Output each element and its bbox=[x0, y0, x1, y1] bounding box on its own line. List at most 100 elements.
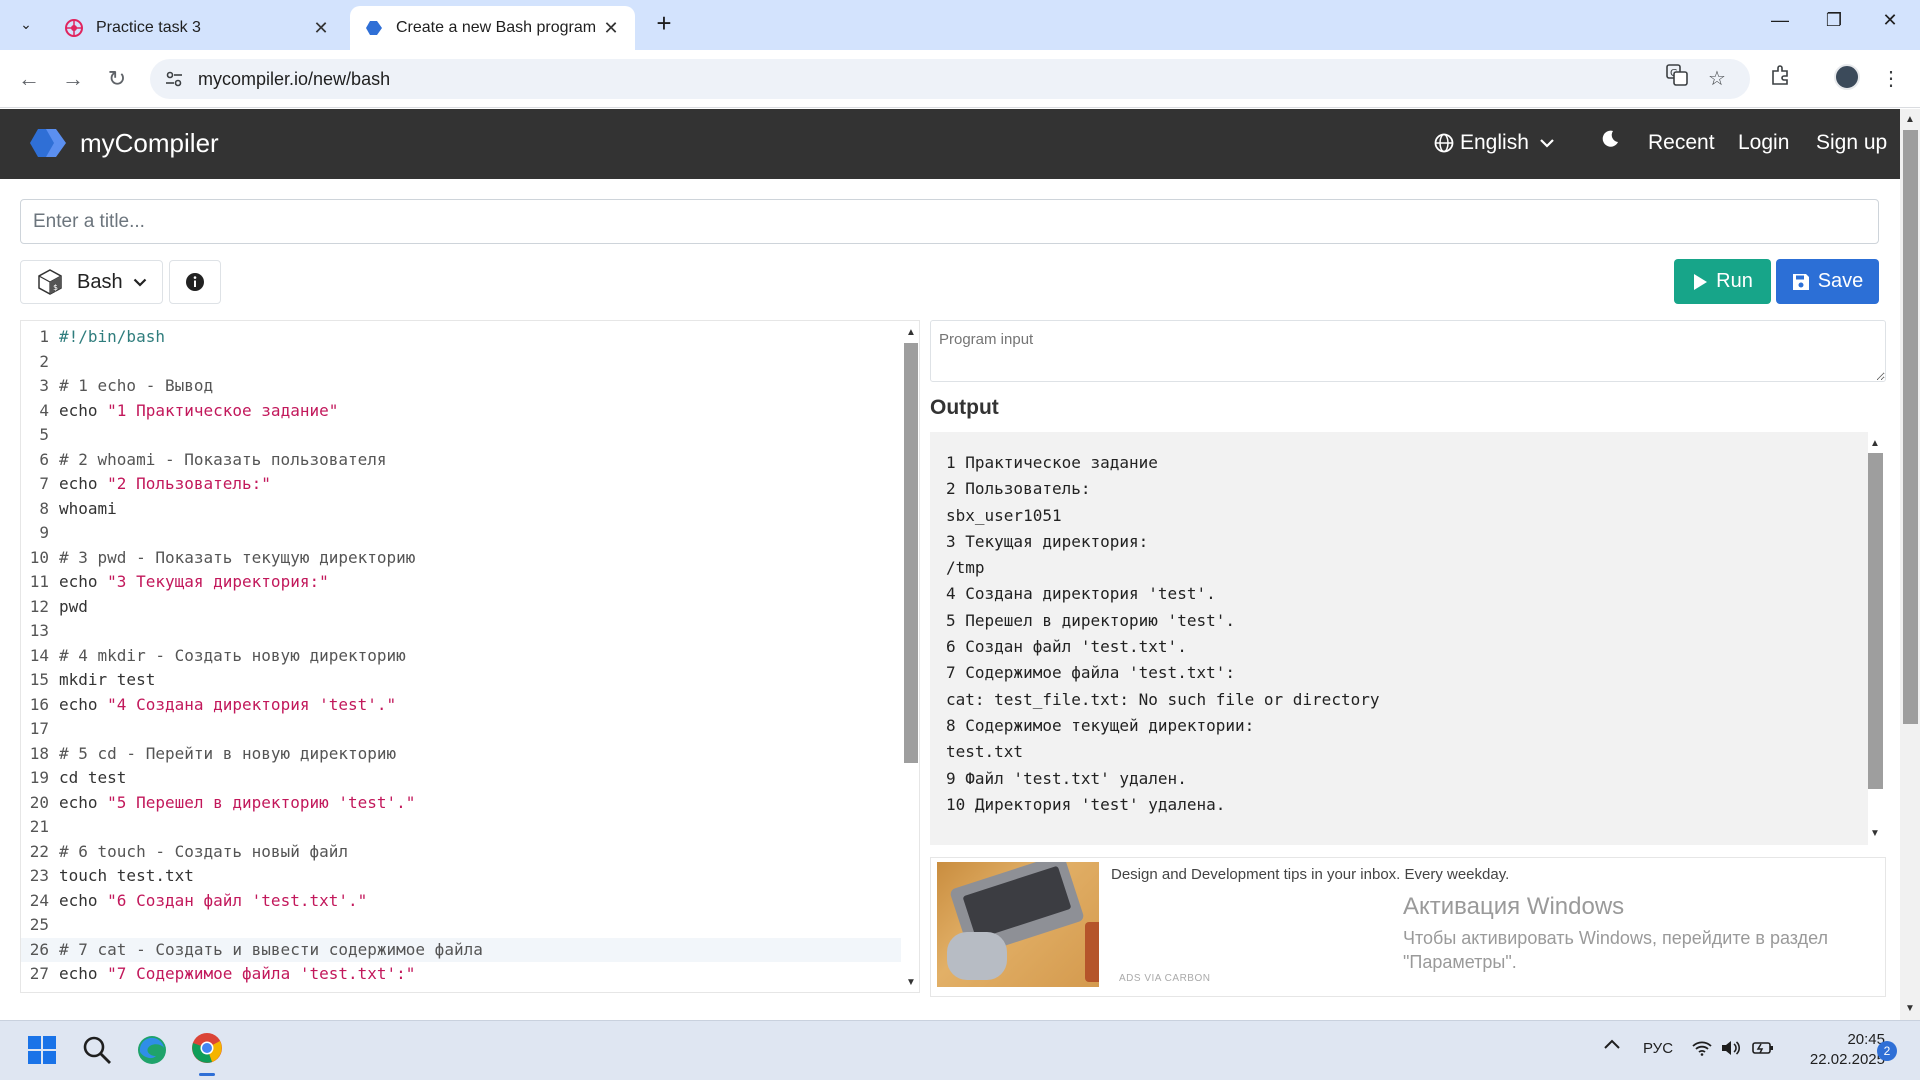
code-line[interactable]: 9 bbox=[21, 521, 901, 546]
code-line[interactable]: 6 # 2 whoami - Показать пользователя bbox=[21, 448, 901, 473]
code-text: whoami bbox=[59, 498, 117, 518]
code-line[interactable]: 23 touch test.txt bbox=[21, 864, 901, 889]
edge-browser-icon[interactable] bbox=[134, 1032, 170, 1068]
output-line: 6 Создан файл 'test.txt'. bbox=[946, 637, 1187, 657]
line-number: 19 bbox=[29, 768, 49, 787]
volume-icon[interactable] bbox=[1721, 1040, 1741, 1060]
code-line[interactable]: 16 echo "4 Создана директория 'test'." bbox=[21, 693, 901, 718]
code-line[interactable]: 5 bbox=[21, 423, 901, 448]
chrome-browser-icon[interactable] bbox=[189, 1030, 225, 1066]
tab-practice-task[interactable]: Practice task 3 ✕ bbox=[50, 6, 345, 50]
code-text: # 3 pwd - Показать текущую директорию bbox=[59, 547, 416, 567]
forward-arrow-icon[interactable]: → bbox=[58, 64, 88, 94]
language-select-button[interactable]: $ Bash bbox=[20, 260, 163, 304]
code-line[interactable]: 1 #!/bin/bash bbox=[21, 325, 901, 350]
scroll-up-arrow-icon[interactable]: ▲ bbox=[1870, 438, 1880, 449]
new-tab-plus-icon[interactable]: + bbox=[650, 10, 678, 38]
windows-start-icon[interactable] bbox=[24, 1032, 60, 1068]
code-line[interactable]: 3 # 1 echo - Вывод bbox=[21, 374, 901, 399]
code-line[interactable]: 24 echo "6 Создан файл 'test.txt'." bbox=[21, 889, 901, 914]
ad-image[interactable] bbox=[937, 862, 1099, 987]
code-line[interactable]: 7 echo "2 Пользователь:" bbox=[21, 472, 901, 497]
line-number: 15 bbox=[29, 670, 49, 689]
translate-icon[interactable]: G bbox=[1662, 64, 1692, 94]
code-text: # 7 cat - Создать и вывести содержимое ф… bbox=[59, 939, 483, 959]
profile-avatar[interactable] bbox=[1834, 64, 1860, 90]
language-dropdown[interactable]: English bbox=[1434, 131, 1555, 155]
scroll-up-arrow-icon[interactable]: ▲ bbox=[1905, 114, 1915, 125]
close-window-icon[interactable]: ✕ bbox=[1872, 10, 1908, 38]
page-scrollbar-thumb[interactable] bbox=[1903, 130, 1918, 724]
nav-signup[interactable]: Sign up bbox=[1816, 131, 1887, 155]
site-settings-icon[interactable] bbox=[164, 69, 184, 89]
scroll-down-arrow-icon[interactable]: ▼ bbox=[1905, 1003, 1915, 1014]
code-line[interactable]: 21 bbox=[21, 815, 901, 840]
code-line[interactable]: 13 bbox=[21, 619, 901, 644]
code-line[interactable]: 26 # 7 cat - Создать и вывести содержимое… bbox=[21, 937, 901, 962]
code-lines[interactable]: 1 #!/bin/bash 2 3 # 1 echo - Вывод 4 echo "1 П… bbox=[21, 325, 901, 987]
back-arrow-icon[interactable]: ← bbox=[14, 64, 44, 94]
close-tab-icon[interactable]: ✕ bbox=[601, 18, 621, 39]
extensions-puzzle-icon[interactable] bbox=[1766, 64, 1796, 94]
tray-overflow-chevron-icon[interactable] bbox=[1603, 1037, 1621, 1054]
output-line: 2 Пользователь: bbox=[946, 479, 1091, 499]
dark-mode-moon-icon[interactable] bbox=[1600, 129, 1620, 155]
code-line[interactable]: 14 # 4 mkdir - Создать новую директорию bbox=[21, 644, 901, 669]
notification-count-badge[interactable]: 2 bbox=[1877, 1041, 1897, 1061]
nav-recent[interactable]: Recent bbox=[1648, 131, 1715, 155]
code-line[interactable]: 22 # 6 touch - Создать новый файл bbox=[21, 840, 901, 865]
scroll-down-arrow-icon[interactable]: ▼ bbox=[906, 977, 916, 988]
code-line[interactable]: 4 echo "1 Практическое задание" bbox=[21, 399, 901, 424]
practice-favicon-icon bbox=[64, 18, 84, 38]
editor-scrollbar-thumb[interactable] bbox=[904, 343, 918, 763]
url-input[interactable]: mycompiler.io/new/bash bbox=[150, 59, 1750, 99]
code-text: echo "7 Содержимое файла 'test.txt':" bbox=[49, 962, 415, 987]
output-line: 5 Перешел в директорию 'test'. bbox=[946, 610, 1235, 630]
battery-icon[interactable] bbox=[1752, 1040, 1774, 1060]
output-scrollbar-thumb[interactable] bbox=[1868, 453, 1883, 789]
code-line[interactable]: 17 bbox=[21, 717, 901, 742]
ad-text[interactable]: Design and Development tips in your inbo… bbox=[1111, 866, 1509, 883]
minimize-icon[interactable]: — bbox=[1762, 10, 1798, 38]
program-input-textarea[interactable] bbox=[930, 320, 1886, 382]
close-tab-icon[interactable]: ✕ bbox=[311, 18, 331, 39]
mycompiler-favicon-icon bbox=[364, 18, 384, 38]
wifi-icon[interactable] bbox=[1692, 1040, 1712, 1060]
bookmark-star-icon[interactable]: ☆ bbox=[1702, 64, 1732, 94]
code-line[interactable]: 18 # 5 cd - Перейти в новую директорию bbox=[21, 742, 901, 767]
input-language-indicator[interactable]: РУС bbox=[1643, 1040, 1673, 1057]
scroll-up-arrow-icon[interactable]: ▲ bbox=[906, 327, 916, 338]
code-line[interactable]: 27 echo "7 Содержимое файла 'test.txt':" bbox=[21, 962, 901, 987]
menu-kebab-icon[interactable]: ⋮ bbox=[1876, 64, 1906, 94]
nav-login[interactable]: Login bbox=[1738, 131, 1789, 155]
code-line[interactable]: 19 cd test bbox=[21, 766, 901, 791]
program-title-input[interactable] bbox=[20, 199, 1879, 244]
brand-link[interactable]: myCompiler bbox=[28, 127, 219, 159]
save-button[interactable]: Save bbox=[1776, 259, 1879, 304]
code-line[interactable]: 20 echo "5 Перешел в директорию 'test'." bbox=[21, 791, 901, 816]
search-icon[interactable] bbox=[79, 1032, 115, 1068]
scroll-down-arrow-icon[interactable]: ▼ bbox=[1870, 828, 1880, 839]
reload-icon[interactable]: ↻ bbox=[102, 64, 132, 94]
run-button[interactable]: Run bbox=[1674, 259, 1771, 304]
info-button[interactable] bbox=[169, 260, 221, 304]
code-line[interactable]: 15 mkdir test bbox=[21, 668, 901, 693]
code-line[interactable]: 25 bbox=[21, 913, 901, 938]
tab-search-chevron-icon[interactable]: ⌄ bbox=[12, 10, 40, 38]
code-line[interactable]: 2 bbox=[21, 350, 901, 375]
code-text: # 1 echo - Вывод bbox=[59, 376, 214, 395]
output-line: /tmp bbox=[946, 558, 985, 578]
code-line[interactable]: 12 pwd bbox=[21, 595, 901, 620]
restore-icon[interactable]: ❐ bbox=[1816, 10, 1852, 38]
taskbar-clock[interactable]: 20:45 22.02.2025 bbox=[1795, 1030, 1885, 1070]
code-line[interactable]: 10 # 3 pwd - Показать текущую директорию bbox=[21, 546, 901, 571]
code-editor[interactable]: 1 #!/bin/bash 2 3 # 1 echo - Вывод 4 echo "1 П… bbox=[20, 320, 920, 993]
site-header: myCompiler English Recent Login Sign up bbox=[0, 109, 1900, 179]
code-line[interactable]: 8 whoami bbox=[21, 497, 901, 522]
ad-via-carbon[interactable]: ADS VIA CARBON bbox=[1119, 973, 1210, 984]
code-line[interactable]: 11 echo "3 Текущая директория:" bbox=[21, 570, 901, 595]
tab-mycompiler[interactable]: Create a new Bash program - m ✕ bbox=[350, 6, 635, 50]
output-line: sbx_user1051 bbox=[946, 505, 1062, 525]
